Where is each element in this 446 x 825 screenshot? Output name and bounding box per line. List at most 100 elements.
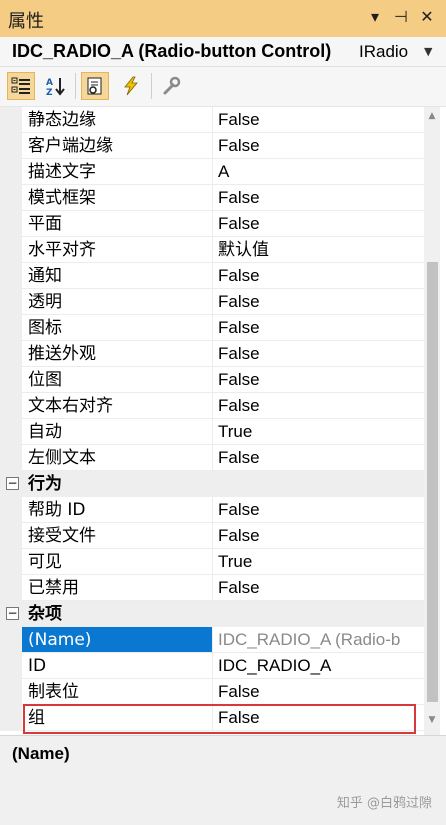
property-name: 帮助 ID	[22, 497, 213, 523]
property-value[interactable]: False	[213, 575, 424, 601]
property-value[interactable]: False	[213, 445, 424, 471]
property-row[interactable]: ID IDC_RADIO_A	[0, 653, 424, 679]
property-value[interactable]: False	[213, 263, 424, 289]
property-row[interactable]: 文本右对齐 False	[0, 393, 424, 419]
toolbar-separator	[75, 73, 76, 99]
property-value[interactable]: False	[213, 289, 424, 315]
row-gutter	[0, 237, 22, 263]
property-row[interactable]: 推送外观 False	[0, 341, 424, 367]
property-name: 静态边缘	[22, 107, 213, 133]
property-row[interactable]: 接受文件 False	[0, 523, 424, 549]
category-label: 杂项	[28, 604, 62, 624]
toolbar-separator	[151, 73, 152, 99]
category-label: 行为	[28, 474, 62, 494]
property-value[interactable]: False	[213, 367, 424, 393]
properties-button[interactable]	[81, 72, 109, 100]
categorized-button[interactable]	[7, 72, 35, 100]
panel-menu-icon[interactable]: ▾	[364, 7, 386, 26]
category-behavior[interactable]: − 行为	[0, 471, 424, 497]
property-row[interactable]: 已禁用 False	[0, 575, 424, 601]
property-row[interactable]: 水平对齐 默认值	[0, 237, 424, 263]
category-misc[interactable]: − 杂项	[0, 601, 424, 627]
row-gutter	[0, 705, 22, 731]
row-gutter	[0, 523, 22, 549]
property-row[interactable]: 帮助 ID False	[0, 497, 424, 523]
property-value[interactable]: False	[213, 393, 424, 419]
property-value[interactable]: 默认值	[213, 237, 424, 263]
row-gutter	[0, 315, 22, 341]
property-name: 接受文件	[22, 523, 213, 549]
row-gutter	[0, 107, 22, 133]
sort-az-icon: A Z	[46, 78, 65, 96]
property-name: 自动	[22, 419, 213, 445]
property-value[interactable]: False	[213, 133, 424, 159]
property-row[interactable]: 位图 False	[0, 367, 424, 393]
property-value[interactable]: False	[213, 107, 424, 133]
properties-toolbar: A Z	[0, 67, 446, 107]
property-row[interactable]: 透明 False	[0, 289, 424, 315]
property-name: 文本右对齐	[22, 393, 213, 419]
property-value[interactable]: False	[213, 211, 424, 237]
lightning-icon	[124, 76, 138, 96]
property-row[interactable]: 通知 False	[0, 263, 424, 289]
property-row[interactable]: 模式框架 False	[0, 185, 424, 211]
row-gutter	[0, 211, 22, 237]
wrench-icon	[163, 76, 181, 95]
property-value[interactable]: False	[213, 315, 424, 341]
property-name: 已禁用	[22, 575, 213, 601]
collapse-icon[interactable]: −	[6, 477, 19, 490]
row-gutter	[0, 445, 22, 471]
chevron-down-icon[interactable]: ▼	[424, 45, 432, 58]
scrollbar-thumb[interactable]	[427, 262, 438, 702]
property-value[interactable]: False	[213, 497, 424, 523]
pin-icon[interactable]: ⊣	[390, 7, 412, 26]
property-row[interactable]: 静态边缘 False	[0, 107, 424, 133]
close-icon[interactable]: ✕	[416, 7, 438, 26]
row-gutter	[0, 575, 22, 601]
property-row[interactable]: 平面 False	[0, 211, 424, 237]
description-title: (Name)	[12, 744, 70, 763]
property-row[interactable]: 制表位 False	[0, 679, 424, 705]
events-button[interactable]	[117, 72, 145, 100]
property-row[interactable]: 图标 False	[0, 315, 424, 341]
object-selector[interactable]: IDC_RADIO_A (Radio-button Control) IRadi…	[0, 37, 446, 67]
property-value[interactable]: False	[213, 523, 424, 549]
vertical-scrollbar[interactable]: ▲ ▼	[424, 107, 440, 735]
description-pane: (Name) 知乎 @白鸦过隙	[0, 735, 446, 825]
property-name: 图标	[22, 315, 213, 341]
row-gutter	[0, 419, 22, 445]
property-value[interactable]: False	[213, 185, 424, 211]
property-grid: 静态边缘 False 客户端边缘 False 描述文字 A 模式框架 False…	[0, 107, 424, 735]
panel-title: 属性	[8, 11, 44, 32]
collapse-icon[interactable]: −	[6, 607, 19, 620]
row-gutter	[0, 653, 22, 679]
property-value[interactable]: IDC_RADIO_A (Radio-b	[213, 627, 424, 653]
property-name: 模式框架	[22, 185, 213, 211]
property-name: 客户端边缘	[22, 133, 213, 159]
property-name: 可见	[22, 549, 213, 575]
property-value[interactable]: IDC_RADIO_A	[213, 653, 424, 679]
property-row-selected[interactable]: (Name) IDC_RADIO_A (Radio-b	[0, 627, 424, 653]
alphabetical-button[interactable]: A Z	[42, 72, 70, 100]
property-row[interactable]: 客户端边缘 False	[0, 133, 424, 159]
scroll-up-icon[interactable]: ▲	[424, 111, 440, 121]
watermark: 知乎 @白鸦过隙	[336, 796, 432, 811]
property-row[interactable]: 可见 True	[0, 549, 424, 575]
property-row[interactable]: 左侧文本 False	[0, 445, 424, 471]
row-gutter	[0, 133, 22, 159]
row-gutter	[0, 497, 22, 523]
scroll-down-icon[interactable]: ▼	[424, 715, 440, 725]
property-row[interactable]: 自动 True	[0, 419, 424, 445]
property-value[interactable]: False	[213, 341, 424, 367]
row-gutter	[0, 549, 22, 575]
property-row[interactable]: 描述文字 A	[0, 159, 424, 185]
property-value[interactable]: A	[213, 159, 424, 185]
property-name: ID	[22, 653, 213, 679]
overrides-button[interactable]	[157, 72, 185, 100]
categorized-icon	[11, 77, 30, 94]
row-gutter	[0, 627, 22, 653]
property-value[interactable]: False	[213, 679, 424, 705]
property-name: 推送外观	[22, 341, 213, 367]
property-value[interactable]: True	[213, 419, 424, 445]
property-value[interactable]: True	[213, 549, 424, 575]
